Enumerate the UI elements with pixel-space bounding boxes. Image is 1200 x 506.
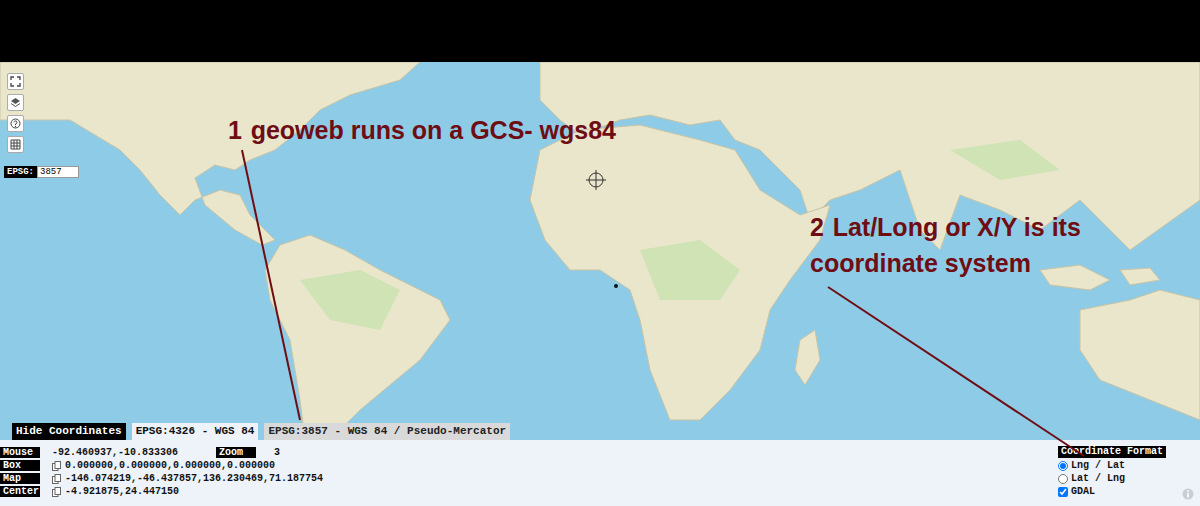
annotation-text: geoweb runs on a GCS- wgs84 [251,116,616,144]
coordinate-format: Coordinate FormatLng / LatLat / LngGDAL [1058,446,1166,506]
help-button[interactable] [7,115,24,132]
readout-row: Center -4.921875,24.447150 [0,485,323,498]
readout-value: 0.000000,0.000000,0.000000,0.000000 [65,459,275,472]
expand-button[interactable] [7,73,24,90]
help-icon [10,118,21,129]
epsg-input[interactable] [37,166,79,178]
format-option[interactable]: Lng / Lat [1058,459,1166,472]
layers-button[interactable] [7,94,24,111]
hide-coordinates-button[interactable]: Hide Coordinates [12,423,126,440]
top-bar [0,0,1200,62]
readout-label: Center [0,486,40,497]
layers-icon [10,97,21,108]
copy-icon[interactable] [52,461,61,471]
annotation-number: 1 [228,116,242,144]
copy-icon[interactable] [52,474,61,484]
readout-label: Map [0,473,40,484]
annotation-number: 2 [810,213,824,241]
readout-value: -92.460937,-10.833306 [52,446,178,459]
format-option-label: Lat / Lng [1071,472,1125,485]
info-icon[interactable] [1182,488,1194,500]
epsg-label: EPSG: [4,166,37,178]
coordinate-tabs: Hide Coordinates EPSG:4326 - WGS 84 EPSG:3… [12,423,510,440]
format-option[interactable]: Lat / Lng [1058,472,1166,485]
projection-tab[interactable]: EPSG:3857 - WGS 84 / Pseudo-Mercator [264,423,510,440]
annotation: 1 geoweb runs on a GCS- wgs84 [228,112,616,148]
readout-value: -146.074219,-46.437857,136.230469,71.187… [65,472,323,485]
readout-label: Mouse [0,447,40,458]
map[interactable]: EPSG: 1 geoweb runs on a GCS- wgs84 2Lat/L… [0,62,1200,440]
gdal-label: GDAL [1071,485,1095,498]
readout-row: Mouse -92.460937,-10.833306 Zoom 3 [0,446,323,459]
coordinate-panel: Mouse -92.460937,-10.833306 Zoom 3 Box 0.0000… [0,440,1200,506]
expand-icon [10,76,21,87]
annotation-text: Lat/Long or X/Y is its coordinate system [810,213,1081,277]
readout-value: -4.921875,24.447150 [65,485,179,498]
zoom-label: Zoom [216,447,256,458]
format-title: Coordinate Format [1058,446,1166,458]
map-toolbar [7,73,24,153]
epsg-field: EPSG: [4,166,79,178]
readout-label: Box [0,460,40,471]
readout-row: Map -146.074219,-46.437857,136.230469,71.… [0,472,323,485]
grid-icon [10,139,21,150]
copy-icon[interactable] [52,487,61,497]
format-radio[interactable] [1058,461,1068,471]
projection-tab[interactable]: EPSG:4326 - WGS 84 [132,423,259,440]
zoom-value: 3 [274,446,280,459]
format-radio[interactable] [1058,474,1068,484]
grid-button[interactable] [7,136,24,153]
annotation-lines [0,0,1200,506]
readout-row: Box 0.000000,0.000000,0.000000,0.000000 [0,459,323,472]
gdal-checkbox[interactable] [1058,487,1068,497]
annotation: 2Lat/Long or X/Y is its coordinate syste… [810,209,1160,281]
format-option-label: Lng / Lat [1071,459,1125,472]
gdal-option[interactable]: GDAL [1058,485,1166,498]
